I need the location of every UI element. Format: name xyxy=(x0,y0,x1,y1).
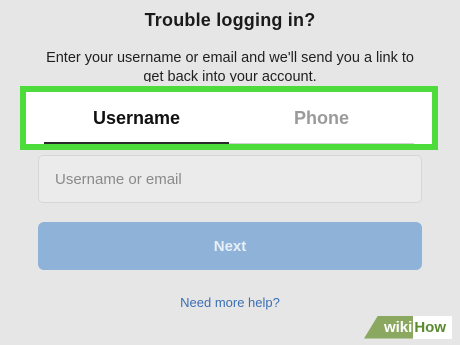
need-more-help-link[interactable]: Need more help? xyxy=(0,295,460,310)
tab-username[interactable]: Username xyxy=(44,92,229,144)
tab-phone[interactable]: Phone xyxy=(229,92,414,144)
wikihow-logo-wiki: wiki xyxy=(363,315,414,339)
wikihow-logo-how: How xyxy=(413,315,452,339)
instructions-text: Enter your username or email and we'll s… xyxy=(46,50,414,82)
tab-bar: Username Phone xyxy=(44,92,414,144)
tab-highlight-box: Username Phone xyxy=(20,86,438,150)
next-button[interactable]: Next xyxy=(38,222,422,270)
page-title: Trouble logging in? xyxy=(144,10,316,30)
username-or-email-input[interactable] xyxy=(38,155,422,203)
wikihow-logo: wiki How xyxy=(363,315,452,339)
